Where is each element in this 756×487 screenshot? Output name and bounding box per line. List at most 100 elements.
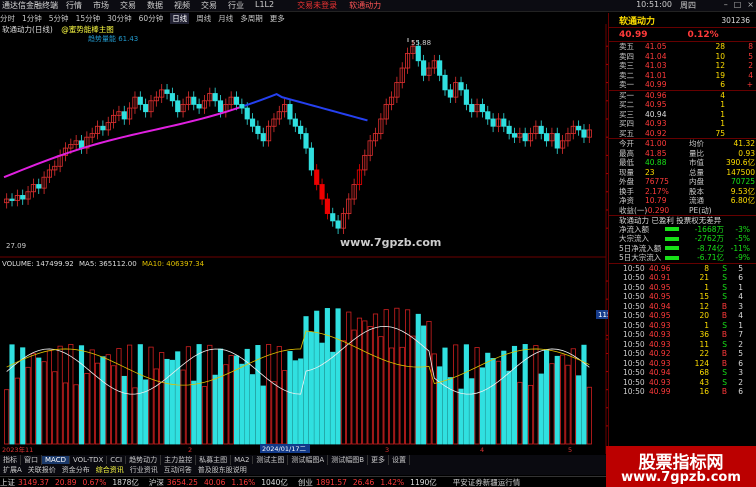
tick-volume: 16 (699, 387, 709, 397)
login-alert[interactable]: 交易未登录 (297, 0, 337, 11)
alerts: 交易未登录 软通动力 (297, 0, 381, 11)
ma5-value: MA5: 365112.00 (78, 260, 137, 268)
indicator-tab[interactable]: 测试主图 (253, 455, 289, 465)
stock-alert[interactable]: 软通动力 (349, 0, 381, 11)
menu-item[interactable]: 视频 (174, 0, 190, 11)
tick-price: 40.94 (649, 301, 671, 311)
menu-item[interactable]: 交易 (201, 0, 217, 11)
candle-body (319, 184, 325, 200)
volume-bar (287, 351, 293, 445)
info-tab[interactable]: 资金分布 (59, 465, 93, 475)
ask-volume: 28 (715, 42, 725, 52)
info-tab[interactable]: 扩展A (0, 465, 25, 475)
volume-bar (485, 352, 491, 445)
volume-bar (148, 346, 154, 445)
info-tab[interactable]: 行业资讯 (127, 465, 161, 475)
candle-body (330, 213, 336, 222)
period-tab[interactable]: 15分钟 (76, 13, 101, 24)
bid-volume: 1 (720, 109, 725, 119)
tick-side: B (721, 301, 727, 311)
indicator-tab[interactable]: MACD (42, 456, 70, 464)
indicator-tab[interactable]: 测试幅图A (288, 455, 329, 465)
indicator-tab[interactable]: VOL-TDX (70, 456, 108, 464)
index-block[interactable]: 上证 3149.37 20.89 0.67% 1878亿 (0, 477, 143, 487)
kline-chart[interactable]: 55.88 27.09 11583 2023年11 2024/01/17二 2 … (0, 24, 608, 454)
indicator-tab[interactable]: 趋势动力 (126, 455, 162, 465)
indicator-tab[interactable]: MA2 (231, 456, 254, 464)
bid-volume: 1 (720, 100, 725, 110)
volume-bar (41, 361, 47, 445)
stat-row: 收益(一) -0.290 PE(动) (609, 206, 756, 216)
indicator-tab[interactable]: CCI (107, 456, 127, 464)
ask-volume: 10 (715, 51, 725, 61)
bid-price: 40.95 (645, 100, 667, 110)
period-tab[interactable]: 60分钟 (139, 13, 164, 24)
period-tab[interactable]: 周线 (196, 13, 211, 24)
menu-item[interactable]: 行情 (66, 0, 82, 11)
bid-row[interactable]: 买五 40.92 75 (609, 129, 756, 139)
volume-bar (201, 386, 208, 445)
menu-item[interactable]: 交易 (120, 0, 136, 11)
volume-bar (94, 362, 101, 445)
candle-body (554, 133, 560, 149)
tick-row: 10:50 40.93 11 S 2 (609, 340, 756, 350)
index-amount: 1040亿 (261, 477, 288, 487)
index-block[interactable]: 创业 1891.57 26.46 1.42% 1190亿 (298, 477, 441, 487)
maximize-icon[interactable]: □ (734, 0, 742, 9)
tick-row: 10:50 40.93 36 B 7 (609, 330, 756, 340)
menu-item[interactable]: 数据 (147, 0, 163, 11)
title-bar: 通达信金融终端 行情 市场 交易 数据 视频 交易 行业 L1L2 交易未登录 … (0, 0, 756, 12)
indicator-tab[interactable]: 指标 (0, 455, 21, 465)
volume-bar (538, 373, 544, 445)
tick-side: S (722, 320, 727, 330)
candle-body (217, 100, 224, 113)
menu-item[interactable]: L1L2 (255, 0, 274, 11)
info-tab[interactable]: 综合资讯 (93, 465, 127, 475)
volume-bar (9, 344, 15, 445)
tick-time: 10:50 (623, 273, 645, 283)
candle-body (255, 125, 261, 134)
menu-item[interactable]: 行业 (228, 0, 244, 11)
period-tab[interactable]: 5分钟 (49, 13, 69, 24)
tick-row: 10:50 40.91 21 S 6 (609, 273, 756, 283)
info-tab[interactable]: 关联报价 (25, 465, 59, 475)
period-tab[interactable]: 1分钟 (22, 13, 42, 24)
candle-body (458, 82, 464, 91)
tick-volume: 68 (699, 368, 709, 378)
volume-bar (447, 377, 453, 445)
indicator-tab[interactable]: 测试幅图B (328, 455, 369, 465)
info-tab[interactable]: 普及股东股说明 (195, 465, 250, 475)
period-tab[interactable]: 多周期 (240, 13, 263, 24)
app-title: 通达信金融终端 (2, 1, 58, 10)
period-tab-active[interactable]: 日线 (170, 12, 190, 24)
menu-item[interactable]: 市场 (93, 0, 109, 11)
period-tab[interactable]: 分时 (0, 13, 15, 24)
minimize-icon[interactable]: – (724, 0, 728, 9)
close-icon[interactable]: × (747, 0, 754, 9)
tick-time: 10:50 (623, 330, 645, 340)
index-pct: 0.67% (82, 477, 107, 487)
ask-change: 2 (748, 61, 753, 71)
tick-side: B (721, 311, 727, 321)
tick-volume: 20 (699, 311, 709, 321)
period-tab[interactable]: 月线 (218, 13, 233, 24)
index-block[interactable]: 沪深 3654.25 40.06 1.16% 1040亿 (149, 477, 292, 487)
x-tick: 4 (480, 446, 484, 454)
tick-price: 40.95 (649, 292, 671, 302)
period-tab[interactable]: 30分钟 (107, 13, 132, 24)
volume-bar (212, 374, 218, 445)
ask-row[interactable]: 卖一 40.99 6 + (609, 80, 756, 90)
indicator-tab[interactable]: 私募主图 (196, 455, 232, 465)
indicator-tab[interactable]: 窗口 (21, 455, 42, 465)
indicator-tab[interactable]: 更多 (368, 455, 390, 465)
period-tab[interactable]: 更多 (270, 13, 285, 24)
indicator-tab[interactable]: 设置 (389, 455, 411, 465)
date-cursor-label: 2024/01/17二 (262, 445, 306, 453)
info-tab[interactable]: 互动问答 (161, 465, 195, 475)
tick-list: 10:50 40.96 8 S 5 10:50 40.91 21 S 6 10:50 40.95 1 S 1… (609, 262, 756, 397)
stat-value: 6.80亿 (730, 196, 755, 206)
tick-volume: 11 (699, 339, 709, 349)
volume-bar (340, 340, 347, 445)
candle-body (175, 100, 181, 113)
indicator-tab[interactable]: 主力监控 (161, 455, 197, 465)
